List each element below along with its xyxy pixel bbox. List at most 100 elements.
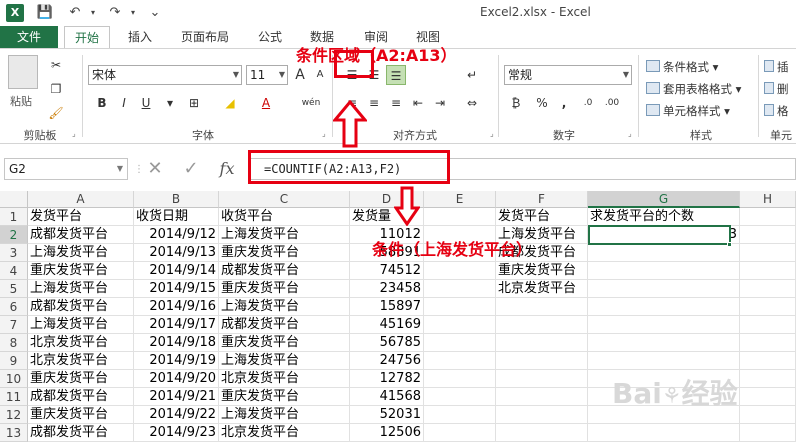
cell-f5[interactable]: 北京发货平台 [496,280,588,298]
cell-a5[interactable]: 上海发货平台 [28,280,134,298]
row-header-5[interactable]: 5 [0,280,28,298]
paste-button-label[interactable]: 粘贴 [10,93,32,109]
phonetic-guide-icon[interactable]: wén [298,93,324,113]
cell-a13[interactable]: 成都发货平台 [28,424,134,442]
cell-e7[interactable] [424,316,496,334]
fill-color-icon[interactable]: ◢ [220,93,240,113]
cell-d9[interactable]: 24756 [350,352,424,370]
format-painter-icon[interactable]: 🖌 [46,103,66,123]
cell-b11[interactable]: 2014/9/21 [134,388,219,406]
increase-font-icon[interactable]: A [290,65,310,85]
delete-cells-button[interactable]: 删 [764,79,789,99]
conditional-formatting-button[interactable]: 条件格式 ▾ [646,57,718,77]
align-bottom-icon[interactable]: ☰ [386,65,406,85]
cell-g3[interactable] [588,244,740,262]
cell-c12[interactable]: 上海发货平台 [219,406,350,424]
column-header-b[interactable]: B [134,191,219,208]
cell-c3[interactable]: 重庆发货平台 [219,244,350,262]
cell-d5[interactable]: 23458 [350,280,424,298]
row-header-8[interactable]: 8 [0,334,28,352]
cell-h7[interactable] [740,316,796,334]
cell-d6[interactable]: 15897 [350,298,424,316]
cell-d8[interactable]: 56785 [350,334,424,352]
undo-dropdown-icon[interactable]: ▾ [84,4,102,22]
cell-b12[interactable]: 2014/9/22 [134,406,219,424]
number-launcher-icon[interactable]: ⌟ [628,129,632,138]
cell-f11[interactable] [496,388,588,406]
merge-center-icon[interactable]: ⇔ [462,93,482,113]
row-header-3[interactable]: 3 [0,244,28,262]
cell-b3[interactable]: 2014/9/13 [134,244,219,262]
cell-f13[interactable] [496,424,588,442]
cell-b10[interactable]: 2014/9/20 [134,370,219,388]
excel-app-icon[interactable]: X [6,4,24,22]
row-header-12[interactable]: 12 [0,406,28,424]
cell-d11[interactable]: 41568 [350,388,424,406]
tab-home[interactable]: 开始 [64,26,110,48]
cell-h6[interactable] [740,298,796,316]
column-header-h[interactable]: H [740,191,796,208]
border-icon[interactable]: ⊞ [184,93,204,113]
cell-c7[interactable]: 成都发货平台 [219,316,350,334]
tab-insert[interactable]: 插入 [120,26,160,48]
decrease-font-icon[interactable]: A [310,65,330,85]
cell-f8[interactable] [496,334,588,352]
insert-cells-button[interactable]: 插 [764,57,789,77]
cell-a7[interactable]: 上海发货平台 [28,316,134,334]
underline-dropdown-icon[interactable]: ▾ [160,93,180,113]
cell-h2[interactable] [740,226,796,244]
cell-c9[interactable]: 上海发货平台 [219,352,350,370]
customize-quick-access-icon[interactable]: ⌄ [146,4,164,22]
cell-e11[interactable] [424,388,496,406]
cell-a8[interactable]: 北京发货平台 [28,334,134,352]
cell-d4[interactable]: 74512 [350,262,424,280]
font-color-icon[interactable]: A [256,93,276,113]
tab-page-layout[interactable]: 页面布局 [172,26,238,48]
cell-g4[interactable] [588,262,740,280]
format-as-table-button[interactable]: 套用表格格式 ▾ [646,79,741,99]
column-header-e[interactable]: E [424,191,496,208]
row-header-13[interactable]: 13 [0,424,28,442]
cell-c10[interactable]: 北京发货平台 [219,370,350,388]
name-box[interactable]: G2 ▼ [4,158,128,180]
decrease-indent-icon[interactable]: ⇤ [408,93,428,113]
accounting-format-icon[interactable]: ₿ [506,93,526,113]
cell-c2[interactable]: 上海发货平台 [219,226,350,244]
tab-formulas[interactable]: 公式 [250,26,290,48]
font-family-select[interactable]: 宋体 ▼ [88,65,242,85]
alignment-launcher-icon[interactable]: ⌟ [490,129,494,138]
bold-button[interactable]: B [92,93,112,113]
cell-a2[interactable]: 成都发货平台 [28,226,134,244]
cell-f10[interactable] [496,370,588,388]
italic-button[interactable]: I [114,93,134,113]
copy-icon[interactable]: ❐ [46,79,66,99]
wrap-text-icon[interactable]: ↵ [462,65,482,85]
cell-a6[interactable]: 成都发货平台 [28,298,134,316]
decrease-decimal-icon[interactable]: .00 [602,93,622,113]
cell-g1[interactable]: 求发货平台的个数 [588,208,740,226]
underline-button[interactable]: U [136,93,156,113]
cell-e1[interactable] [424,208,496,226]
cell-c11[interactable]: 重庆发货平台 [219,388,350,406]
column-header-g[interactable]: G [588,191,740,208]
cell-h12[interactable] [740,406,796,424]
row-header-9[interactable]: 9 [0,352,28,370]
format-cells-button[interactable]: 格 [764,101,789,121]
cell-c5[interactable]: 重庆发货平台 [219,280,350,298]
cell-b4[interactable]: 2014/9/14 [134,262,219,280]
cell-d12[interactable]: 52031 [350,406,424,424]
clipboard-launcher-icon[interactable]: ⌟ [72,129,76,138]
row-header-2[interactable]: 2 [0,226,28,244]
cell-a10[interactable]: 重庆发货平台 [28,370,134,388]
cell-e5[interactable] [424,280,496,298]
cell-f12[interactable] [496,406,588,424]
cell-d7[interactable]: 45169 [350,316,424,334]
cell-e8[interactable] [424,334,496,352]
cell-b2[interactable]: 2014/9/12 [134,226,219,244]
increase-indent-icon[interactable]: ⇥ [430,93,450,113]
cell-a3[interactable]: 上海发货平台 [28,244,134,262]
select-all-button[interactable] [0,191,28,208]
row-header-6[interactable]: 6 [0,298,28,316]
cell-b5[interactable]: 2014/9/15 [134,280,219,298]
fill-handle[interactable] [727,242,732,247]
